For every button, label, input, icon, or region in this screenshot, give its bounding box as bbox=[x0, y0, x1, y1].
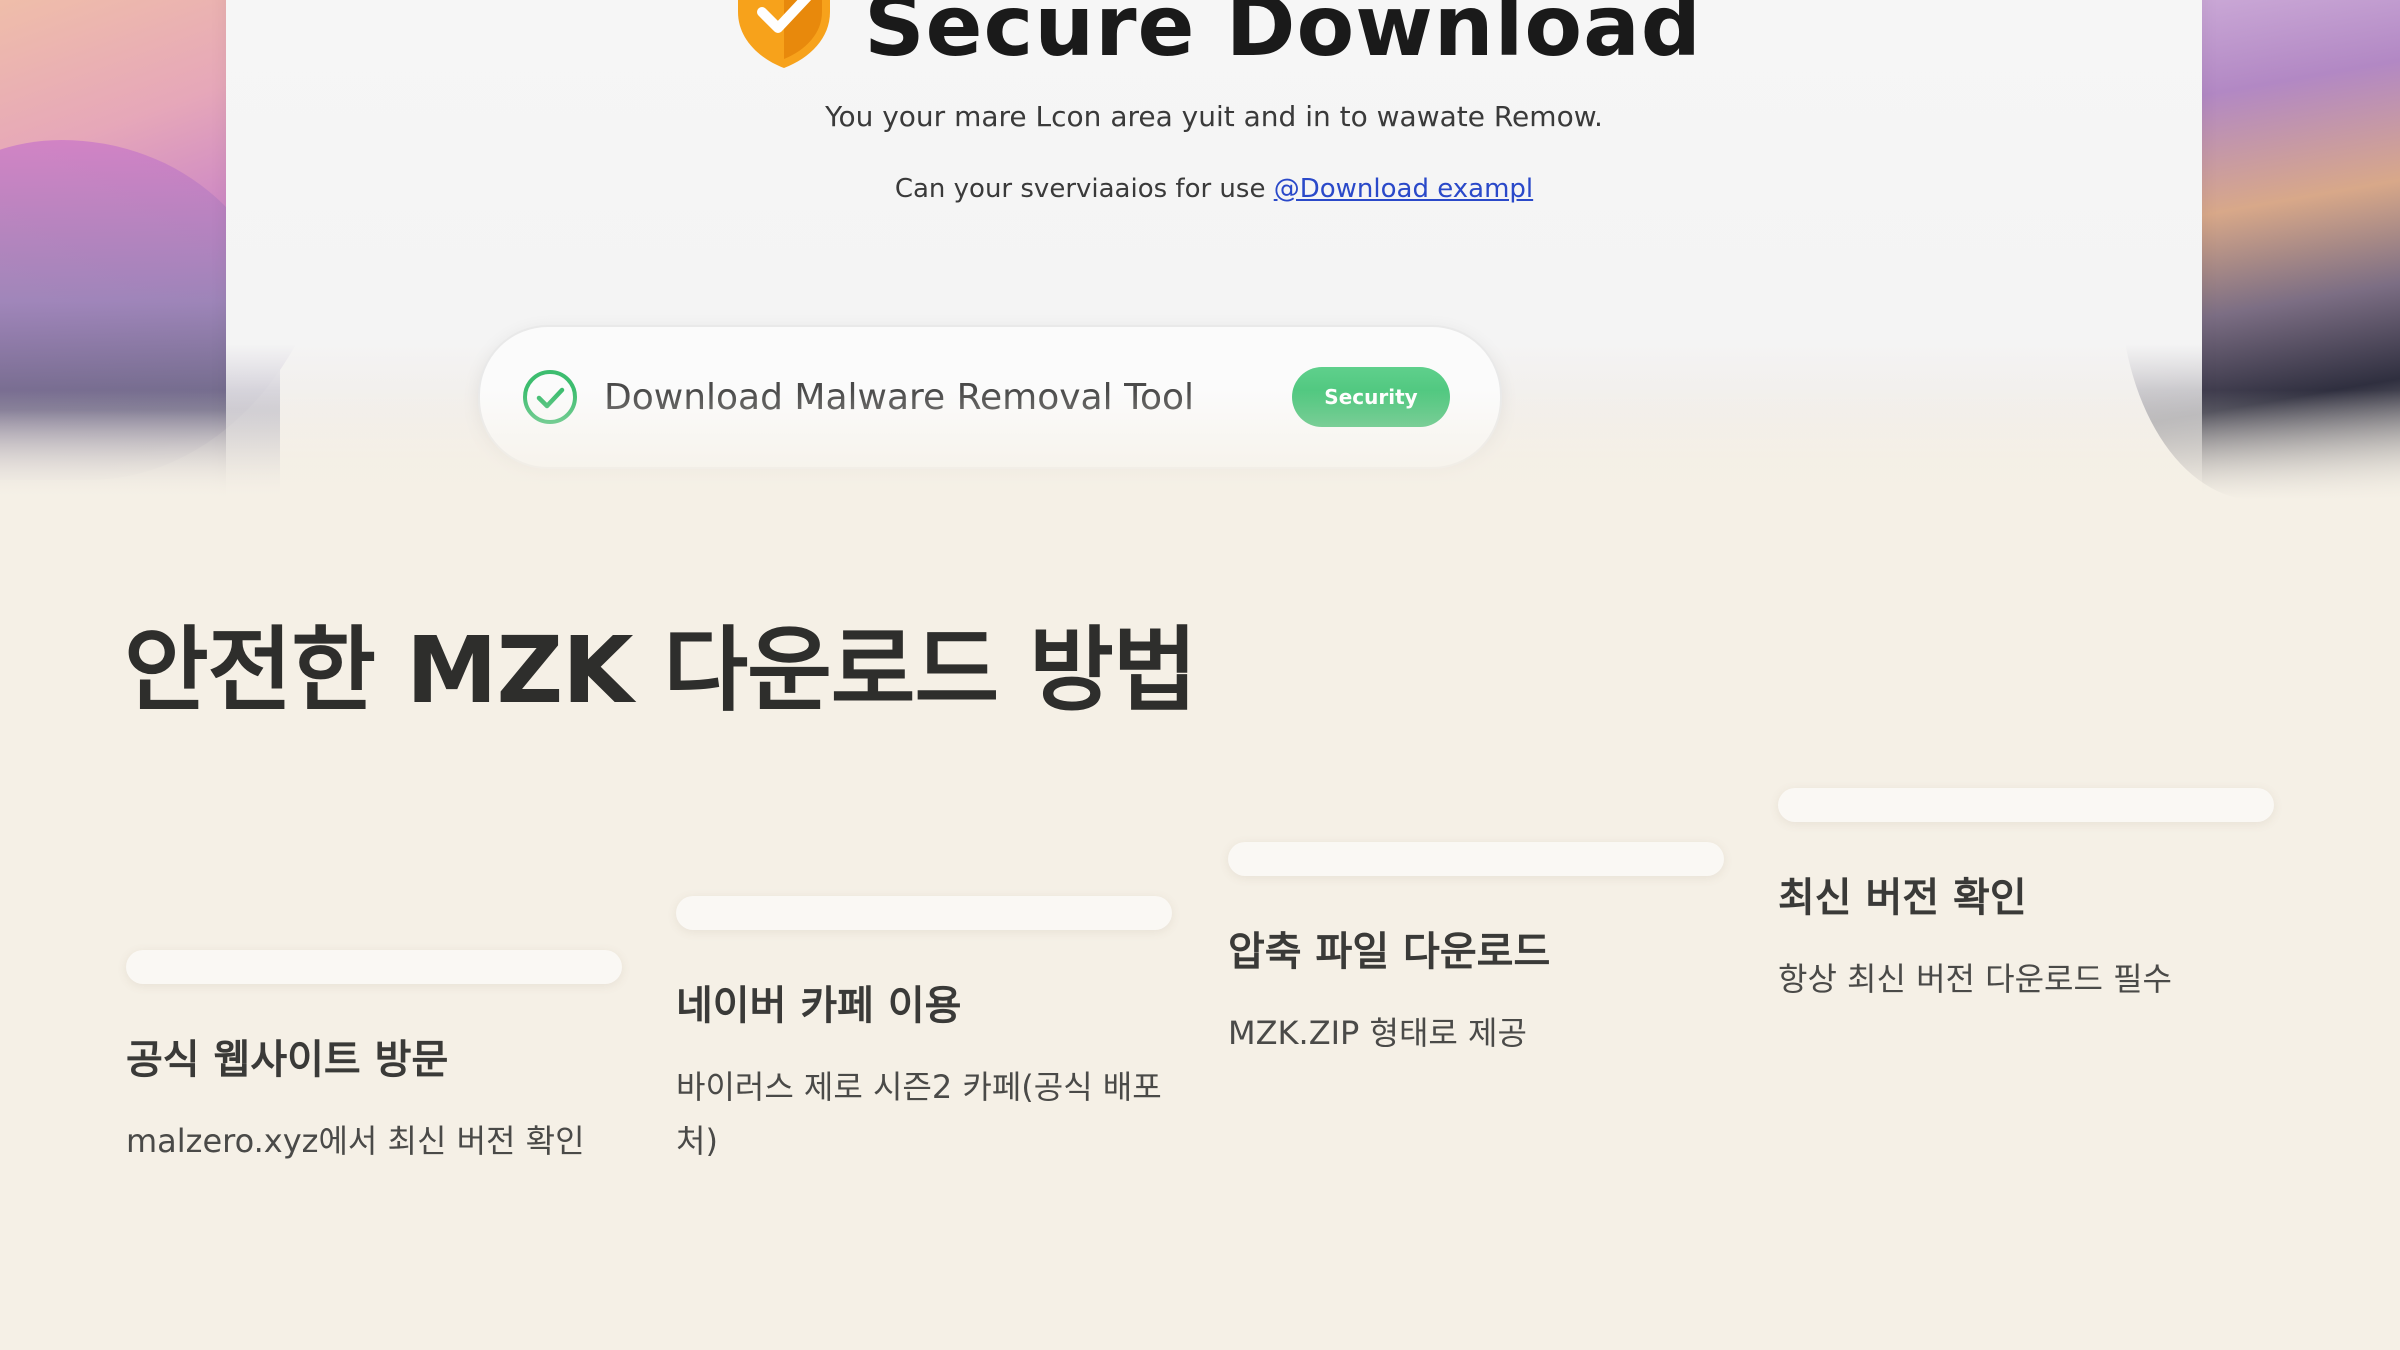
step-description: 바이러스 제로 시즌2 카페(공식 배포처) bbox=[676, 1068, 1162, 1161]
page-title: 안전한 MZK 다운로드 방법 bbox=[124, 617, 1197, 724]
step-bar bbox=[126, 950, 622, 984]
step-card: 공식 웹사이트 방문 malzero.xyz에서 최신 버전 확인 bbox=[126, 950, 626, 1168]
headline-title: Secure Download bbox=[864, 0, 1702, 75]
hero-subtitle: You your mare Lcon area yuit and in to w… bbox=[825, 100, 1603, 133]
step-title: 최신 버전 확인 bbox=[1778, 875, 2027, 921]
shield-check-icon bbox=[726, 0, 842, 70]
hero-subline: Can your sverviaaios for use @Download e… bbox=[226, 174, 2202, 204]
step-bar bbox=[676, 896, 1172, 930]
step-title: 공식 웹사이트 방문 bbox=[126, 1037, 449, 1083]
hero-fade-overlay bbox=[0, 390, 2400, 500]
hero-screenshot: Secure Download You your mare Lcon area … bbox=[0, 0, 2400, 500]
step-card: 압축 파일 다운로드 MZK.ZIP 형태로 제공 bbox=[1228, 842, 1728, 1060]
step-description: malzero.xyz에서 최신 버전 확인 bbox=[126, 1122, 585, 1160]
step-title: 네이버 카페 이용 bbox=[676, 983, 962, 1029]
subline-text: Can your sverviaaios for use bbox=[894, 174, 1266, 204]
step-description: 항상 최신 버전 다운로드 필수 bbox=[1778, 960, 2172, 998]
step-card: 최신 버전 확인 항상 최신 버전 다운로드 필수 bbox=[1778, 788, 2278, 1006]
headline-row: Secure Download bbox=[226, 0, 2202, 70]
step-title: 압축 파일 다운로드 bbox=[1228, 929, 1551, 975]
step-description: MZK.ZIP 형태로 제공 bbox=[1228, 1014, 1527, 1052]
step-bar bbox=[1778, 788, 2274, 822]
download-example-link[interactable]: @Download exampl bbox=[1274, 174, 1533, 204]
step-card: 네이버 카페 이용 바이러스 제로 시즌2 카페(공식 배포처) bbox=[676, 896, 1176, 1169]
step-bar bbox=[1228, 842, 1724, 876]
